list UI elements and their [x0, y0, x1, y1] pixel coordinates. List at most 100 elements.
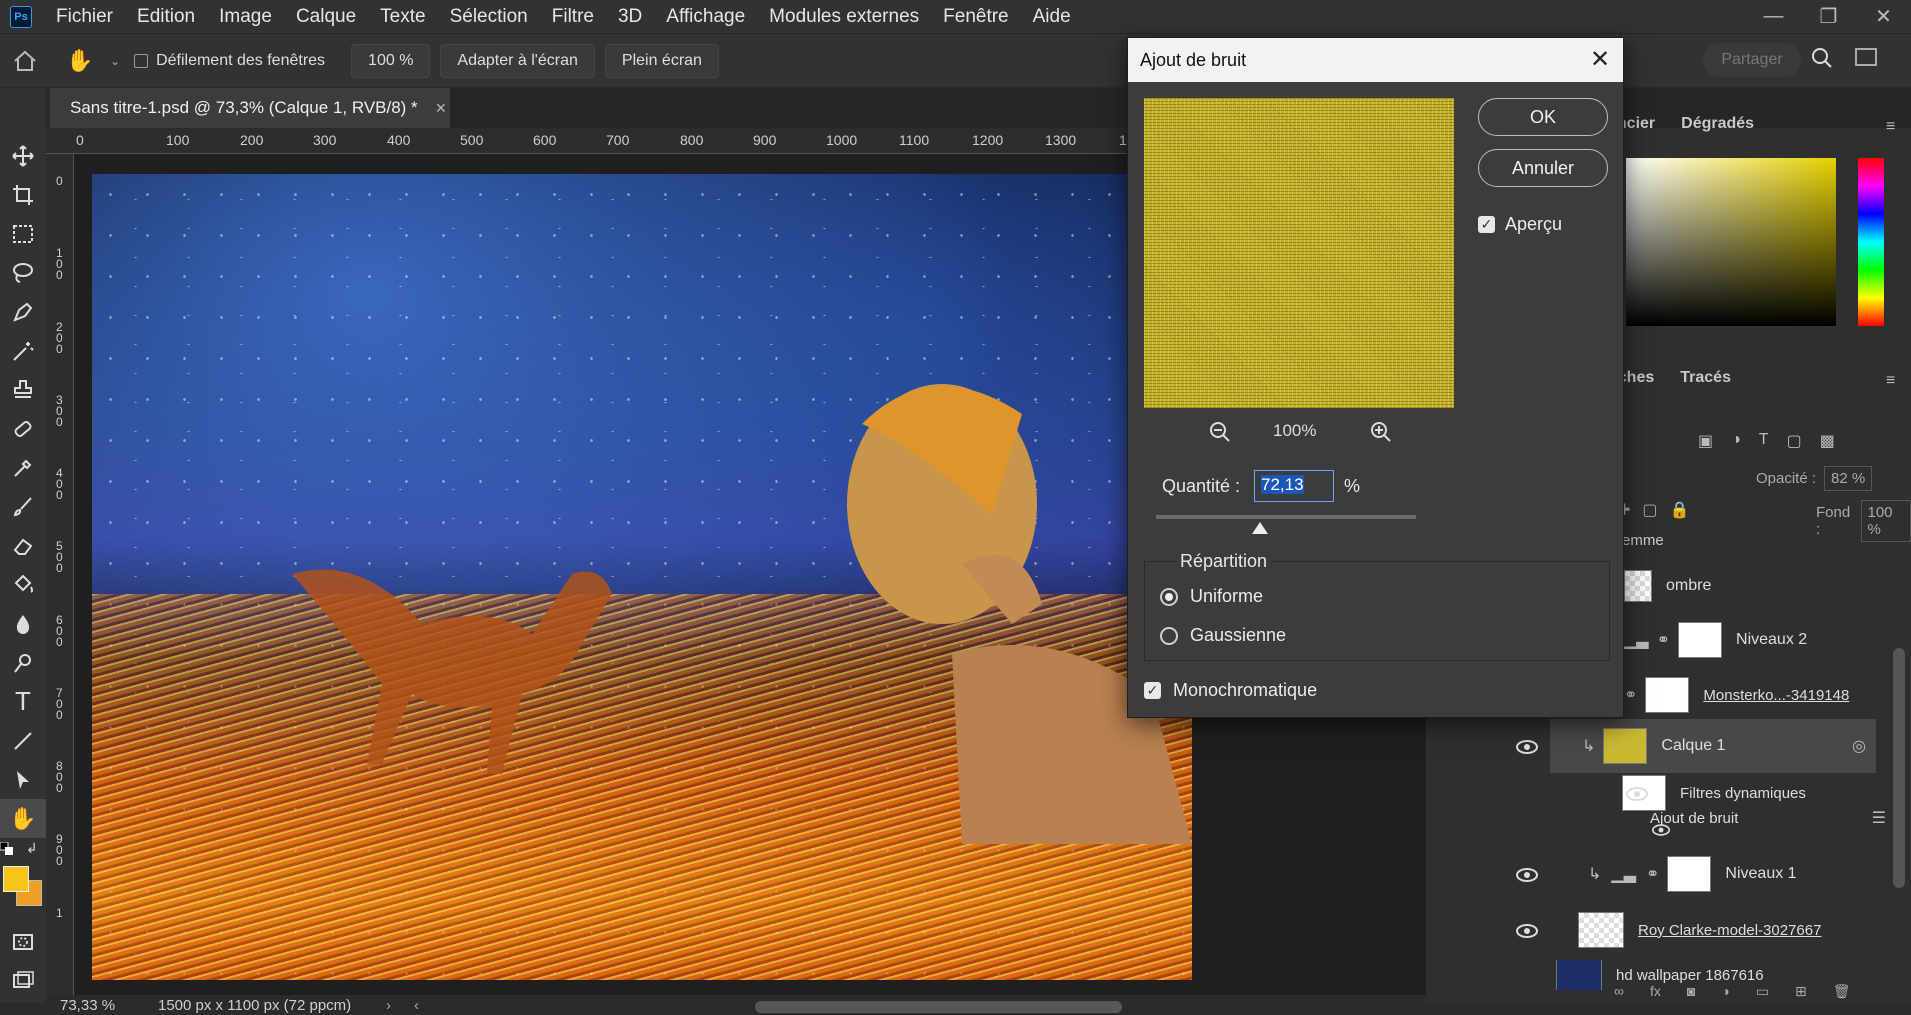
- tab-degrades[interactable]: Dégradés: [1681, 115, 1754, 133]
- visibility-eye-icon[interactable]: [1516, 740, 1538, 754]
- close-window-icon[interactable]: ✕: [1856, 0, 1911, 33]
- menu-modules-externes[interactable]: Modules externes: [757, 6, 931, 28]
- dialog-close-icon[interactable]: ✕: [1587, 46, 1613, 73]
- status-zoom[interactable]: 73,33 %: [60, 997, 115, 1014]
- move-tool-icon[interactable]: [0, 136, 46, 175]
- visibility-eye-icon[interactable]: [1516, 868, 1538, 882]
- layer-row[interactable]: ombre: [1624, 559, 1911, 613]
- layers-panel-menu-icon[interactable]: ≡: [1886, 372, 1895, 390]
- zoom-100-button[interactable]: 100 %: [351, 43, 431, 78]
- menu-calque[interactable]: Calque: [284, 6, 368, 28]
- scroll-left-icon[interactable]: ‹: [414, 997, 419, 1014]
- opacity-value[interactable]: 82 %: [1824, 466, 1873, 491]
- preview-checkbox[interactable]: ✓ Aperçu: [1478, 214, 1562, 235]
- pen-tool-icon[interactable]: [0, 292, 46, 331]
- tool-preset-chevron-icon[interactable]: ⌄: [110, 54, 120, 68]
- workspace-icon[interactable]: [1855, 48, 1877, 66]
- layer-row[interactable]: ▁▃ ⚭ Niveaux 2: [1624, 613, 1911, 667]
- magic-wand-icon[interactable]: [0, 331, 46, 370]
- menu-selection[interactable]: Sélection: [438, 6, 540, 28]
- uniform-radio-icon[interactable]: [1160, 587, 1178, 606]
- scroll-all-windows-checkbox[interactable]: Défilement des fenêtres: [134, 52, 325, 70]
- eraser-tool-icon[interactable]: [0, 526, 46, 565]
- dialog-titlebar[interactable]: Ajout de bruit ✕: [1128, 38, 1623, 82]
- path-selection-icon[interactable]: [0, 760, 46, 799]
- hue-slider[interactable]: [1858, 158, 1884, 326]
- tab-traces[interactable]: Tracés: [1680, 369, 1731, 387]
- panel-menu-icon[interactable]: ≡: [1886, 118, 1895, 136]
- status-expand-icon[interactable]: ›: [386, 997, 391, 1014]
- monochrome-checkbox[interactable]: ✓ Monochromatique: [1144, 680, 1317, 701]
- fill-value[interactable]: 100 %: [1860, 500, 1911, 542]
- menu-affichage[interactable]: Affichage: [654, 6, 757, 28]
- amount-input[interactable]: 72,13: [1254, 470, 1334, 502]
- home-icon[interactable]: [0, 50, 50, 72]
- filter-options-icon[interactable]: ☰: [1872, 808, 1886, 828]
- fit-screen-button[interactable]: Adapter à l'écran: [440, 43, 595, 78]
- ok-button[interactable]: OK: [1478, 98, 1608, 136]
- filter-type-icon[interactable]: T: [1759, 431, 1769, 451]
- lock-artboard-icon[interactable]: ▢: [1642, 500, 1657, 520]
- layer-row[interactable]: ↳ ▁▃ ⚭ Niveaux 1: [1588, 847, 1911, 901]
- lasso-tool-icon[interactable]: [0, 253, 46, 292]
- marquee-tool-icon[interactable]: [0, 214, 46, 253]
- hand-tool-icon[interactable]: ✋: [50, 48, 110, 74]
- scroll-all-windows-box[interactable]: [134, 53, 149, 68]
- menu-image[interactable]: Image: [207, 6, 284, 28]
- cancel-button[interactable]: Annuler: [1478, 149, 1608, 187]
- visibility-eye-icon[interactable]: [1516, 924, 1538, 938]
- preview-check-icon[interactable]: ✓: [1478, 216, 1495, 233]
- menu-aide[interactable]: Aide: [1021, 6, 1083, 28]
- color-picker-field[interactable]: [1626, 158, 1836, 326]
- search-icon[interactable]: [1810, 46, 1834, 75]
- blur-tool-icon[interactable]: [0, 604, 46, 643]
- menu-fenetre[interactable]: Fenêtre: [931, 6, 1020, 28]
- layer-row-filter[interactable]: Ajout de bruit ☰: [1650, 800, 1886, 836]
- close-tab-icon[interactable]: ×: [436, 98, 447, 119]
- foreground-color-swatch[interactable]: [3, 866, 29, 892]
- filter-adjustment-icon[interactable]: ◑: [1731, 431, 1741, 451]
- gaussian-radio[interactable]: Gaussienne: [1160, 625, 1286, 646]
- zoom-in-icon[interactable]: [1369, 420, 1393, 449]
- monochrome-check-icon[interactable]: ✓: [1144, 682, 1161, 699]
- layer-row-selected[interactable]: ↳ Calque 1 ◎: [1550, 719, 1876, 773]
- filter-visibility-eye-icon[interactable]: [1626, 787, 1648, 801]
- minimize-icon[interactable]: —: [1746, 0, 1801, 33]
- quick-mask-icon[interactable]: [0, 922, 46, 961]
- menu-fichier[interactable]: Fichier: [44, 6, 125, 28]
- menu-texte[interactable]: Texte: [368, 6, 437, 28]
- paint-bucket-icon[interactable]: [0, 565, 46, 604]
- menu-3d[interactable]: 3D: [606, 6, 654, 28]
- default-colors-icon[interactable]: [0, 841, 14, 856]
- filter-eye-icon[interactable]: [1652, 823, 1670, 837]
- lock-all-icon[interactable]: 🔒: [1670, 500, 1690, 520]
- amount-slider-thumb[interactable]: [1252, 522, 1268, 534]
- line-tool-icon[interactable]: [0, 721, 46, 760]
- document-tab[interactable]: Sans titre-1.psd @ 73,3% (Calque 1, RVB/…: [50, 88, 450, 128]
- menu-filtre[interactable]: Filtre: [540, 6, 606, 28]
- filter-shape-icon[interactable]: ▢: [1787, 431, 1802, 451]
- gaussian-radio-icon[interactable]: [1160, 626, 1178, 645]
- crop-tool-icon[interactable]: [0, 175, 46, 214]
- menu-edition[interactable]: Edition: [125, 6, 207, 28]
- zoom-out-icon[interactable]: [1208, 420, 1232, 449]
- stamp-tool-icon[interactable]: [0, 370, 46, 409]
- uniform-radio[interactable]: Uniforme: [1160, 586, 1263, 607]
- brush-tool-icon[interactable]: [0, 487, 46, 526]
- full-screen-button[interactable]: Plein écran: [604, 43, 719, 78]
- document-canvas[interactable]: [92, 174, 1192, 980]
- amount-slider-track[interactable]: [1156, 515, 1416, 519]
- swap-colors-icon[interactable]: ↲: [26, 840, 38, 857]
- layer-row[interactable]: Roy Clarke-model-3027667: [1578, 903, 1911, 957]
- restore-icon[interactable]: ❐: [1801, 0, 1856, 33]
- hand-tool-active-icon[interactable]: ✋: [0, 799, 46, 838]
- layer-row[interactable]: ⚭ Monsterko...-3419148: [1624, 668, 1911, 722]
- filter-pixel-icon[interactable]: ▣: [1698, 431, 1713, 451]
- filter-smart-icon[interactable]: ▩: [1820, 431, 1835, 451]
- screen-mode-icon[interactable]: [0, 961, 46, 1000]
- eyedropper-icon[interactable]: [0, 448, 46, 487]
- horizontal-scrollbar[interactable]: [755, 1001, 1122, 1013]
- noise-preview[interactable]: [1144, 98, 1454, 408]
- share-button[interactable]: Partager: [1703, 43, 1801, 77]
- layer-row[interactable]: hd wallpaper 1867616: [1556, 960, 1911, 990]
